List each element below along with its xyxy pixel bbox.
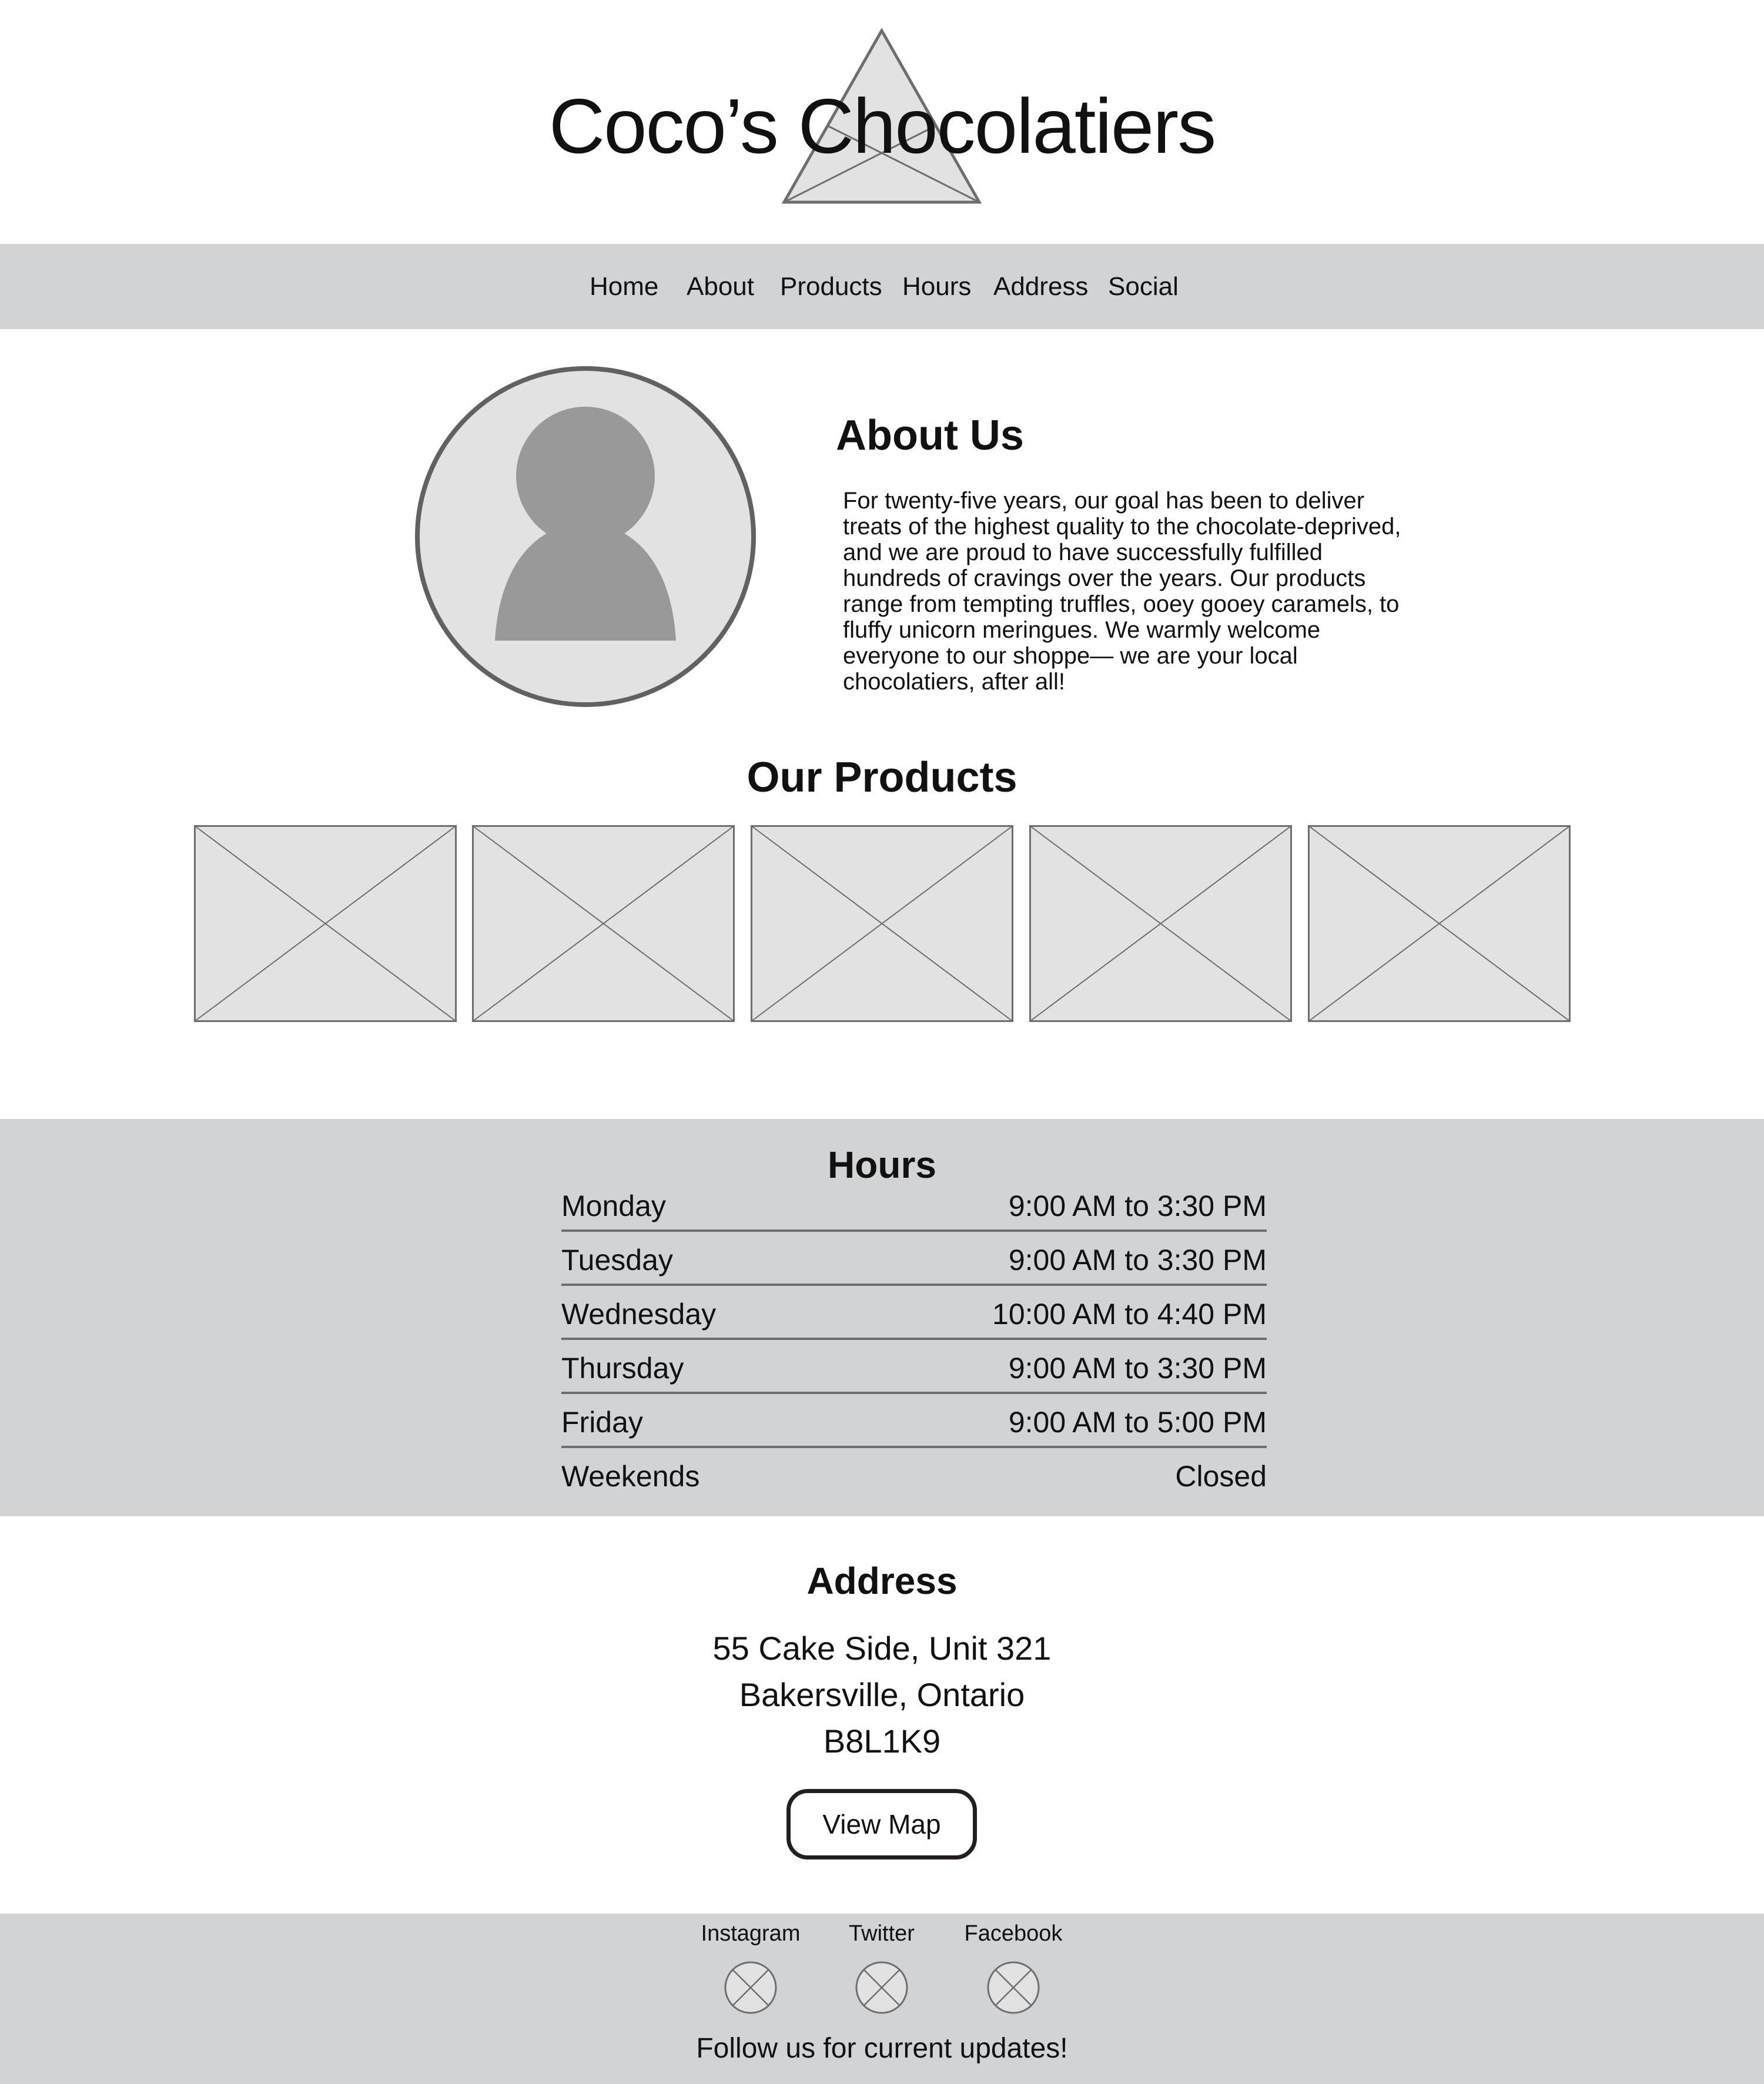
hours-time: Closed	[1175, 1460, 1267, 1493]
image-placeholder-icon	[194, 825, 457, 1022]
hours-time: 9:00 AM to 3:30 PM	[1008, 1352, 1267, 1385]
hours-row: Tuesday 9:00 AM to 3:30 PM	[561, 1232, 1267, 1286]
about-line: For twenty-five years, our goal has been…	[843, 488, 1365, 514]
product-card-3[interactable]	[751, 825, 1013, 1022]
person-avatar-icon	[415, 366, 756, 707]
follow-text: Follow us for current updates!	[696, 2033, 1068, 2064]
about-line: treats of the highest quality to the cho…	[843, 514, 1401, 540]
hours-row: Thursday 9:00 AM to 3:30 PM	[561, 1340, 1267, 1394]
hours-day: Wednesday	[561, 1298, 717, 1331]
nav-item-address[interactable]: Address	[993, 272, 1088, 301]
twitter-placeholder-icon[interactable]	[855, 1961, 909, 2015]
about-line: everyone to our shoppe— we are your loca…	[843, 643, 1298, 669]
image-placeholder-icon	[751, 825, 1013, 1022]
hours-time: 10:00 AM to 4:40 PM	[992, 1298, 1267, 1331]
hours-time: 9:00 AM to 5:00 PM	[1008, 1406, 1267, 1439]
hours-row: Wednesday 10:00 AM to 4:40 PM	[561, 1286, 1267, 1340]
about-title: About Us	[836, 412, 1024, 459]
hours-row: Monday 9:00 AM to 3:30 PM	[561, 1178, 1267, 1232]
product-card-5[interactable]	[1308, 825, 1571, 1022]
hours-table: Monday 9:00 AM to 3:30 PM Tuesday 9:00 A…	[561, 1178, 1267, 1502]
hours-day: Thursday	[561, 1352, 684, 1385]
nav-item-social[interactable]: Social	[1108, 272, 1179, 301]
view-map-button[interactable]: View Map	[786, 1789, 977, 1859]
facebook-label: Facebook	[964, 1921, 1063, 1946]
facebook-placeholder-icon[interactable]	[986, 1961, 1040, 2015]
address-title: Address	[806, 1560, 958, 1602]
hours-day: Monday	[561, 1190, 666, 1222]
nav-item-home[interactable]: Home	[590, 272, 658, 301]
products-title: Our Products	[747, 754, 1017, 801]
site-footer: Instagram Twitter Facebook Follow us for…	[0, 1914, 1764, 2084]
instagram-label: Instagram	[701, 1921, 801, 1946]
image-placeholder-icon	[472, 825, 735, 1022]
site-title: Coco’s Chocolatiers	[548, 83, 1216, 169]
address-postal-code: B8L1K9	[823, 1723, 941, 1760]
product-card-1[interactable]	[194, 825, 457, 1022]
hours-section: Hours Monday 9:00 AM to 3:30 PM Tuesday …	[0, 1119, 1764, 1516]
hours-row: Friday 9:00 AM to 5:00 PM	[561, 1394, 1267, 1448]
about-text: For twenty-five years, our goal has been…	[843, 488, 1454, 695]
about-line: and we are proud to have successfully fu…	[843, 540, 1323, 565]
hours-day: Weekends	[561, 1460, 700, 1493]
about-line: hundreds of cravings over the years. Our…	[843, 565, 1366, 591]
nav-item-about[interactable]: About	[687, 272, 754, 301]
nav-item-hours[interactable]: Hours	[902, 272, 971, 301]
twitter-label: Twitter	[849, 1921, 915, 1946]
address-city: Bakersville, Ontario	[739, 1676, 1025, 1713]
main-nav: Home About Products Hours Address Social	[0, 244, 1764, 329]
hours-day: Tuesday	[561, 1244, 673, 1276]
image-placeholder-icon	[1029, 825, 1292, 1022]
hours-day: Friday	[561, 1406, 643, 1439]
product-card-2[interactable]	[472, 825, 735, 1022]
site-header: Coco’s Chocolatiers	[0, 0, 1764, 244]
about-line: range from tempting truffles, ooey gooey…	[843, 591, 1400, 617]
address-street: 55 Cake Side, Unit 321	[712, 1630, 1052, 1667]
nav-item-products[interactable]: Products	[780, 272, 882, 301]
hours-time: 9:00 AM to 3:30 PM	[1008, 1244, 1267, 1276]
about-line: fluffy unicorn meringues. We warmly welc…	[843, 617, 1321, 643]
image-placeholder-icon	[1308, 825, 1571, 1022]
hours-row: Weekends Closed	[561, 1448, 1267, 1502]
product-card-4[interactable]	[1029, 825, 1292, 1022]
hours-time: 9:00 AM to 3:30 PM	[1008, 1190, 1267, 1222]
about-line: chocolatiers, after all!	[843, 669, 1065, 695]
instagram-placeholder-icon[interactable]	[724, 1961, 778, 2015]
